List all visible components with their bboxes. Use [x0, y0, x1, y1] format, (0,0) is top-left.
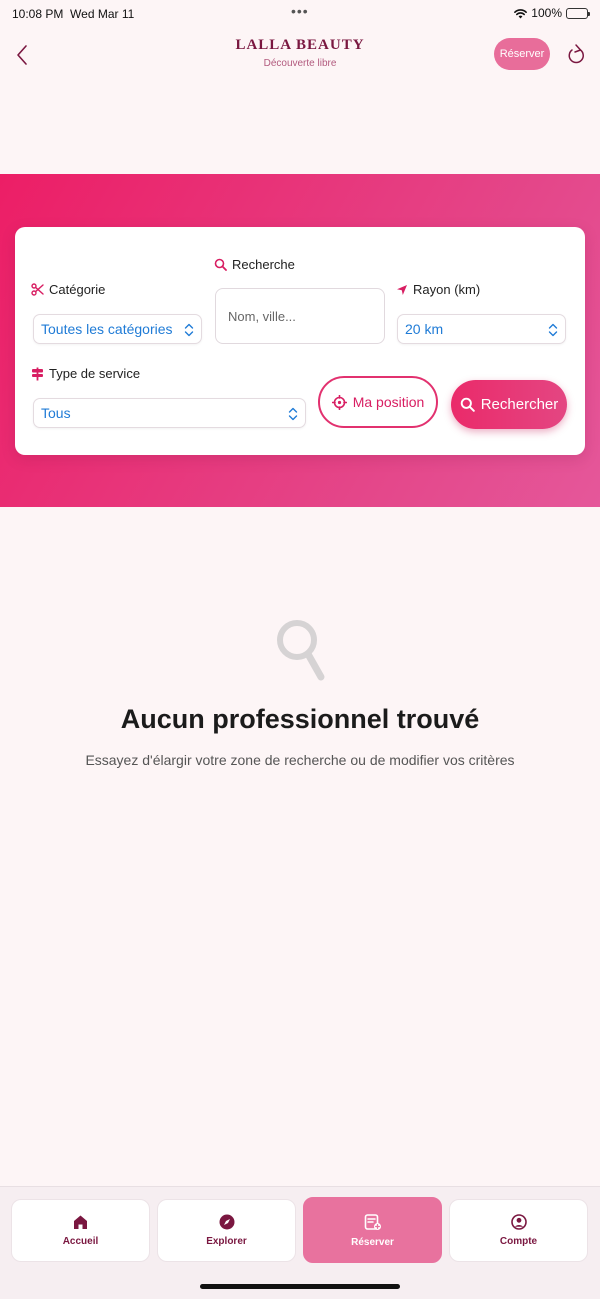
category-label: Catégorie: [31, 282, 105, 297]
tab-reserver[interactable]: Réserver: [303, 1197, 442, 1263]
service-type-select[interactable]: Tous: [33, 398, 306, 428]
back-button[interactable]: [10, 40, 34, 70]
search-button[interactable]: Rechercher: [451, 380, 567, 429]
search-card: Catégorie Toutes les catégories Recherch…: [15, 227, 585, 455]
chevron-left-icon: [17, 45, 27, 65]
empty-state-title: Aucun professionnel trouvé: [120, 704, 480, 734]
scissors-icon: [31, 283, 44, 296]
refresh-button[interactable]: [563, 40, 589, 70]
status-time: 10:08 PM Wed Mar 11: [12, 7, 134, 21]
multitask-dots-icon[interactable]: •••: [291, 3, 309, 19]
status-date-text: Wed Mar 11: [70, 7, 135, 21]
radius-select[interactable]: 20 km: [397, 314, 566, 344]
empty-state-message: Essayez d'élargir votre zone de recherch…: [85, 752, 515, 768]
search-hero: Catégorie Toutes les catégories Recherch…: [0, 174, 600, 507]
tab-accueil[interactable]: Accueil: [11, 1199, 150, 1262]
tab-label: Explorer: [206, 1236, 247, 1247]
search-input[interactable]: [215, 288, 385, 344]
search-icon: [460, 397, 475, 412]
bottom-tab-bar: Accueil Explorer Réserver Compte: [0, 1186, 600, 1299]
battery-icon: [566, 7, 590, 19]
category-label-text: Catégorie: [49, 282, 106, 297]
compass-icon: [219, 1214, 234, 1230]
chevron-updown-icon: [184, 323, 194, 337]
header-reserve-button[interactable]: Réserver: [494, 38, 550, 70]
app-header: LALLA BEAUTY Découverte libre Réserver: [0, 28, 600, 84]
search-label: Recherche: [214, 257, 295, 272]
tab-label: Réserver: [351, 1236, 394, 1248]
radius-select-value: 20 km: [405, 321, 444, 337]
status-indicators: 100%: [514, 6, 590, 20]
crosshair-icon: [331, 394, 347, 410]
tab-label: Compte: [499, 1236, 538, 1247]
location-arrow-icon: [397, 284, 407, 295]
brand: LALLA BEAUTY Découverte libre: [200, 37, 400, 69]
tab-compte[interactable]: Compte: [449, 1199, 588, 1262]
brand-subtitle: Découverte libre: [263, 58, 337, 69]
battery-percent: 100%: [531, 6, 562, 20]
service-type-label-text: Type de service: [49, 366, 141, 381]
chevron-updown-icon: [288, 407, 298, 421]
wifi-icon: [514, 8, 528, 18]
service-type-select-value: Tous: [41, 405, 71, 421]
chevron-updown-icon: [548, 323, 558, 337]
brand-title: LALLA BEAUTY: [235, 37, 365, 53]
my-position-button[interactable]: Ma position: [318, 376, 438, 428]
refresh-icon: [568, 44, 584, 64]
radius-label: Rayon (km): [396, 282, 480, 297]
magnifier-icon: [277, 620, 325, 681]
tab-explorer[interactable]: Explorer: [157, 1199, 296, 1262]
booking-icon: [364, 1213, 381, 1230]
signpost-icon: [32, 367, 43, 380]
radius-label-text: Rayon (km): [413, 282, 481, 297]
search-icon: [214, 258, 227, 271]
account-icon: [510, 1214, 527, 1230]
search-label-text: Recherche: [232, 257, 295, 272]
my-position-label: Ma position: [352, 394, 425, 410]
home-icon: [74, 1215, 87, 1229]
search-button-label: Rechercher: [480, 396, 559, 413]
tab-label: Accueil: [62, 1236, 99, 1247]
category-select-value: Toutes les catégories: [41, 321, 173, 337]
service-type-label: Type de service: [31, 366, 140, 381]
home-indicator[interactable]: [200, 1284, 400, 1289]
status-bar: 10:08 PM Wed Mar 11 ••• 100%: [0, 0, 600, 28]
status-time-text: 10:08 PM: [12, 7, 64, 21]
category-select[interactable]: Toutes les catégories: [33, 314, 202, 344]
